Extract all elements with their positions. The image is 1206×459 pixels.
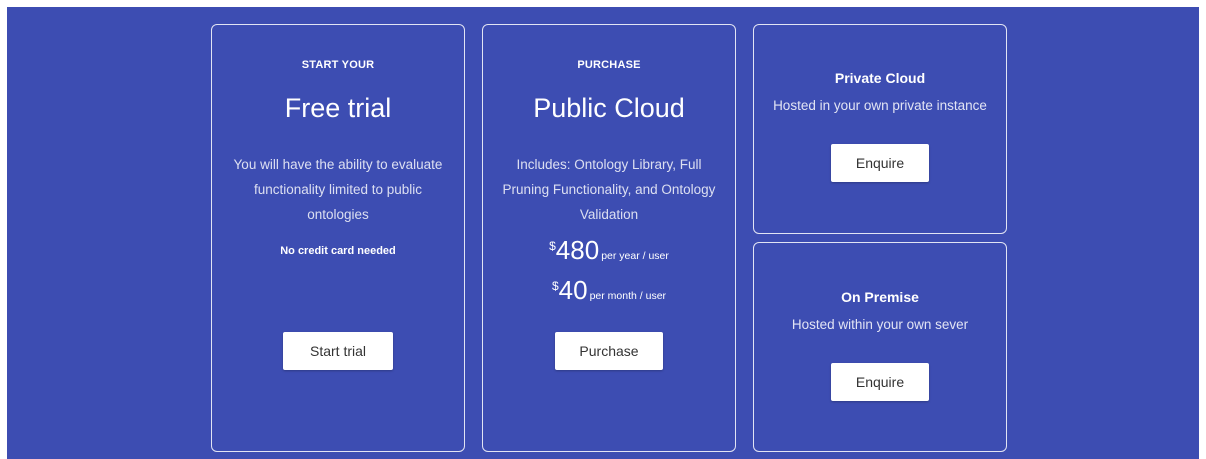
free-trial-description-line: ontologies	[307, 207, 369, 222]
private-cloud-description: Hosted in your own private instance	[773, 98, 987, 113]
public-cloud-description: Includes: Ontology Library, Full Pruning…	[483, 152, 735, 227]
private-cloud-title: Private Cloud	[834, 70, 926, 86]
purchase-button[interactable]: Purchase	[555, 332, 663, 370]
on-premise-title: On Premise	[841, 289, 919, 305]
free-trial-description: You will have the ability to evaluate fu…	[212, 152, 464, 227]
price-amount: 480	[555, 235, 600, 265]
on-premise-card: On Premise Hosted within your own sever …	[753, 242, 1007, 452]
free-trial-title: Free trial	[284, 93, 392, 123]
private-cloud-card: Private Cloud Hosted in your own private…	[753, 24, 1007, 234]
start-trial-button[interactable]: Start trial	[283, 332, 393, 370]
currency-symbol: $	[551, 279, 559, 293]
public-cloud-description-line: Includes: Ontology Library, Full	[516, 157, 702, 172]
monthly-price: $40 per month / user	[483, 275, 735, 306]
yearly-price: $480 per year / user	[483, 235, 735, 266]
price-period: per year / user	[601, 250, 669, 262]
free-trial-description-line: functionality limited to public	[253, 182, 423, 197]
public-cloud-title: Public Cloud	[533, 93, 685, 123]
public-cloud-description-line: Pruning Functionality, and Ontology	[502, 182, 716, 197]
currency-symbol: $	[549, 239, 556, 253]
on-premise-description: Hosted within your own sever	[791, 317, 969, 332]
price-amount: 40	[558, 275, 588, 305]
free-trial-kicker: START YOUR	[301, 59, 375, 71]
on-premise-enquire-button[interactable]: Enquire	[831, 363, 929, 401]
public-cloud-card: PURCHASE Public Cloud Includes: Ontology…	[482, 24, 736, 452]
price-period: per month / user	[589, 290, 667, 302]
free-trial-card: START YOUR Free trial You will have the …	[211, 24, 465, 452]
public-cloud-kicker: PURCHASE	[577, 59, 641, 71]
no-credit-card-note: No credit card needed	[280, 245, 396, 257]
free-trial-description-line: You will have the ability to evaluate	[233, 157, 443, 172]
public-cloud-description-line: Validation	[579, 207, 639, 222]
private-cloud-enquire-button[interactable]: Enquire	[831, 144, 929, 182]
